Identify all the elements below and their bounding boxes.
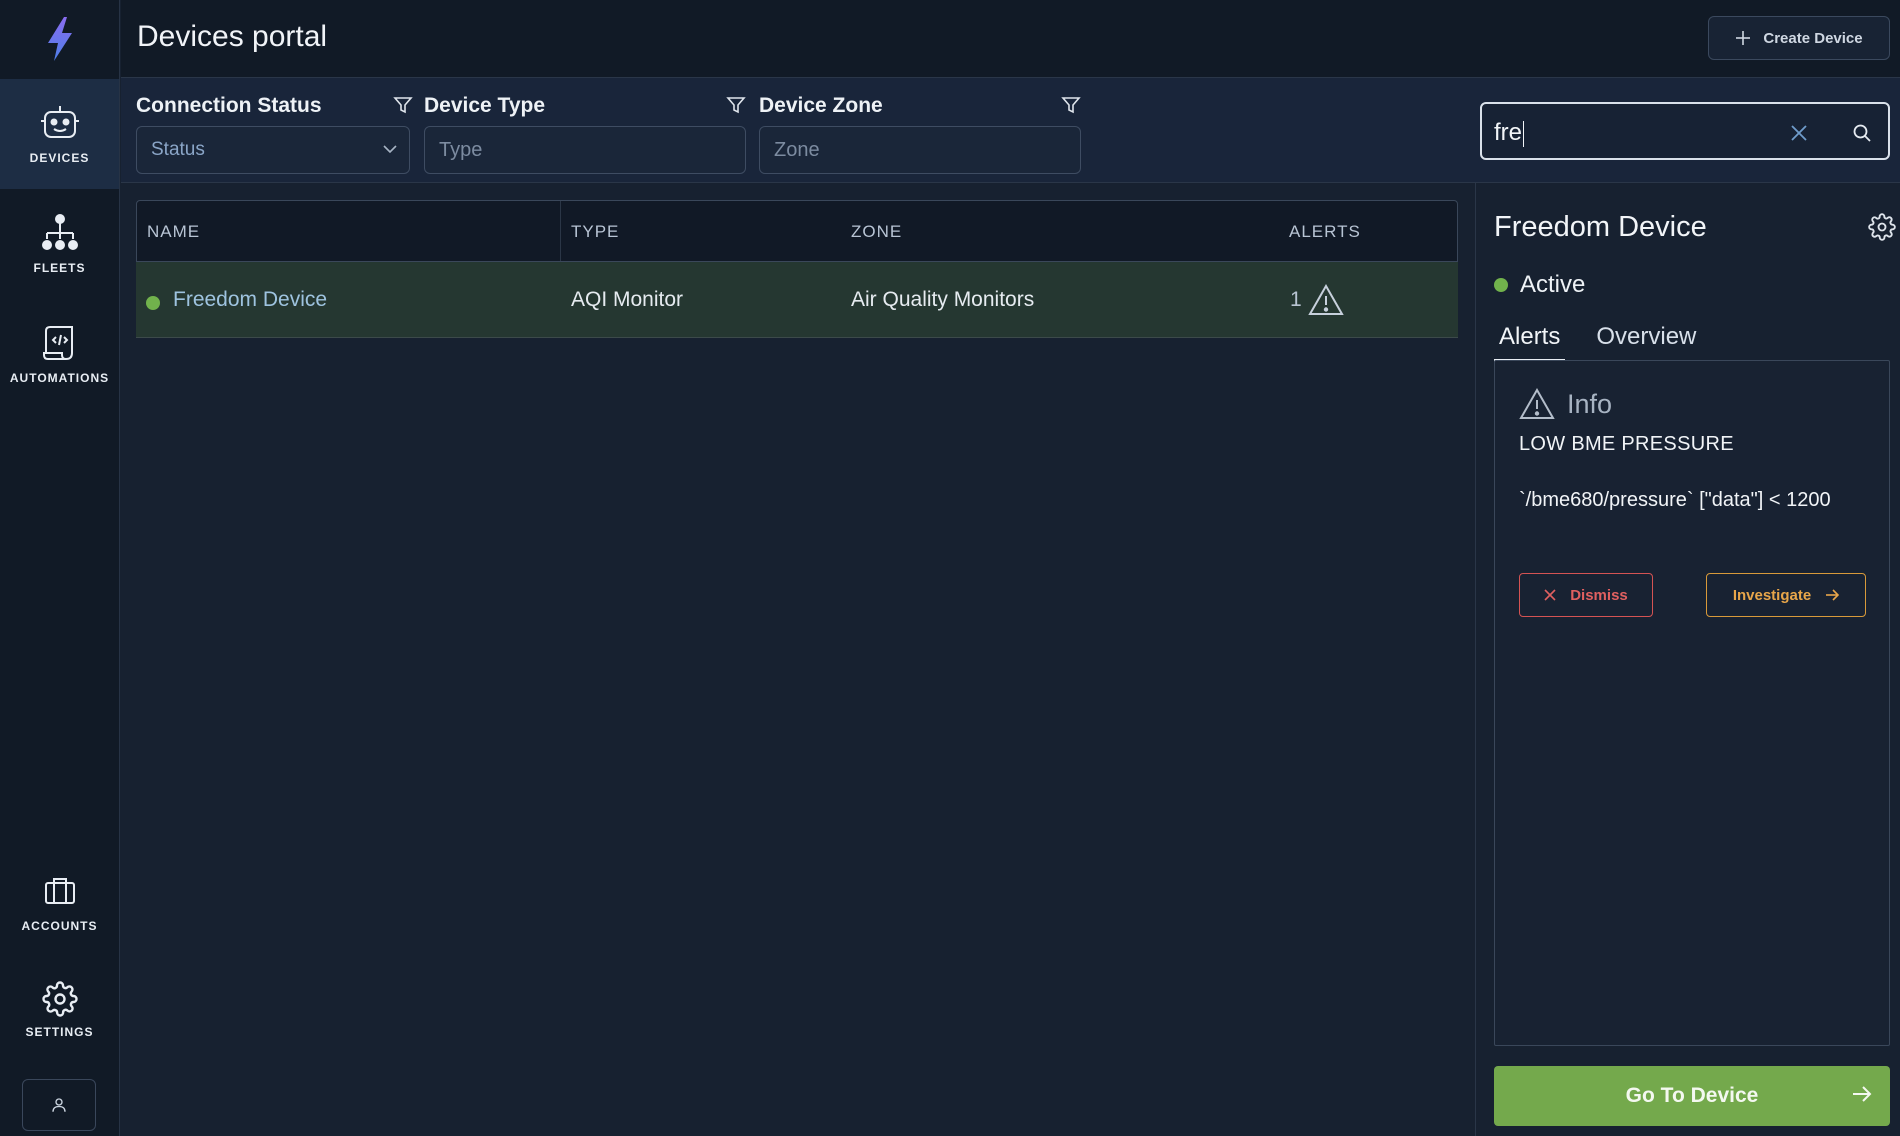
alert-rule: `/bme680/pressure` ["data"] < 1200 (1519, 489, 1831, 511)
tab-overview[interactable]: Overview (1591, 323, 1701, 362)
gear-icon[interactable] (1868, 213, 1896, 241)
filter-icon[interactable] (726, 95, 746, 115)
device-type-cell: AQI Monitor (571, 288, 684, 311)
create-device-button[interactable]: Create Device (1708, 16, 1890, 60)
device-zone-input[interactable]: Zone (759, 126, 1081, 174)
device-name-link[interactable]: Freedom Device (173, 288, 327, 312)
search-value: fre (1494, 119, 1523, 146)
device-detail-panel: Freedom Device Active Alerts Overview In… (1475, 183, 1900, 1136)
alert-count: 1 (1290, 288, 1302, 311)
status-label: Active (1520, 271, 1586, 298)
warning-icon (1308, 284, 1344, 315)
close-icon (1544, 589, 1556, 601)
sidebar-item-label: FLEETS (33, 261, 86, 275)
alert-card: Info LOW BME PRESSURE `/bme680/pressure`… (1494, 360, 1890, 1046)
script-icon (42, 326, 73, 360)
table-header: NAME TYPE ZONE ALERTS (136, 200, 1458, 262)
user-icon (52, 1098, 66, 1112)
panel-title: Freedom Device (1494, 211, 1707, 243)
sidebar-item-label: AUTOMATIONS (9, 371, 110, 385)
alert-severity: Info (1519, 388, 1612, 420)
plus-icon (1736, 31, 1751, 45)
column-header-type[interactable]: TYPE (571, 222, 619, 242)
column-header-alerts[interactable]: ALERTS (1289, 222, 1361, 242)
dismiss-button[interactable]: Dismiss (1519, 573, 1653, 617)
top-bar: Devices portal Create Device (121, 0, 1900, 78)
dismiss-label: Dismiss (1570, 586, 1628, 604)
device-status: Active (1494, 271, 1585, 299)
investigate-button[interactable]: Investigate (1706, 573, 1866, 617)
user-profile-button[interactable] (22, 1079, 96, 1131)
sidebar-item-label: ACCOUNTS (21, 919, 98, 933)
alert-name: LOW BME PRESSURE (1519, 433, 1734, 455)
gear-icon (41, 981, 78, 1017)
arrow-right-icon (1826, 589, 1840, 601)
sidebar-item-label: DEVICES (29, 151, 90, 165)
device-zone-cell: Air Quality Monitors (851, 288, 1035, 311)
go-to-device-label: Go To Device (1625, 1084, 1759, 1107)
status-dot (1494, 278, 1508, 292)
alert-severity-label: Info (1567, 388, 1613, 419)
lightning-logo-icon (48, 17, 72, 61)
clear-icon[interactable] (1790, 124, 1808, 142)
hierarchy-icon (41, 214, 78, 250)
filter-icon[interactable] (393, 95, 413, 115)
panel-tabs: Alerts Overview (1494, 323, 1727, 362)
device-zone-placeholder: Zone (774, 139, 820, 161)
page-title: Devices portal (137, 20, 328, 53)
filter-icon[interactable] (1061, 95, 1081, 115)
connection-status-label: Connection Status (136, 94, 322, 117)
devices-table: NAME TYPE ZONE ALERTS Freedom Device AQI… (136, 200, 1458, 338)
sidebar-item-label: SETTINGS (25, 1025, 94, 1039)
filters-bar: Connection Status Status Device Type Typ… (121, 78, 1900, 183)
column-header-name[interactable]: NAME (147, 222, 200, 242)
column-header-zone[interactable]: ZONE (851, 222, 902, 242)
device-type-placeholder: Type (439, 139, 483, 161)
logo[interactable] (0, 0, 120, 78)
sidebar-item-accounts[interactable]: ACCOUNTS (0, 847, 119, 957)
sidebar-item-settings[interactable]: SETTINGS (0, 955, 119, 1065)
sidebar-item-devices[interactable]: DEVICES (0, 79, 119, 189)
sidebar-item-fleets[interactable]: FLEETS (0, 189, 119, 299)
briefcase-icon (44, 878, 75, 904)
connection-status-select[interactable]: Status (136, 126, 410, 174)
device-zone-label: Device Zone (759, 94, 883, 117)
arrow-right-icon (1853, 1086, 1872, 1102)
go-to-device-button[interactable]: Go To Device (1494, 1066, 1890, 1126)
sidebar-item-automations[interactable]: AUTOMATIONS (0, 299, 119, 409)
table-row[interactable]: Freedom Device AQI Monitor Air Quality M… (136, 262, 1458, 338)
search-input[interactable]: fre (1480, 102, 1890, 160)
search-icon[interactable] (1852, 123, 1872, 143)
status-dot (146, 296, 160, 310)
chevron-down-icon (383, 145, 397, 154)
connection-status-value: Status (151, 139, 205, 160)
sidebar: DEVICES FLEETS AUTOMATIONS ACCOUNTS SETT… (0, 0, 120, 1136)
robot-icon (40, 106, 79, 138)
device-type-label: Device Type (424, 94, 546, 117)
tab-alerts[interactable]: Alerts (1494, 323, 1566, 362)
warning-icon (1519, 388, 1555, 419)
device-type-input[interactable]: Type (424, 126, 746, 174)
investigate-label: Investigate (1732, 586, 1812, 604)
create-device-label: Create Device (1763, 29, 1863, 47)
